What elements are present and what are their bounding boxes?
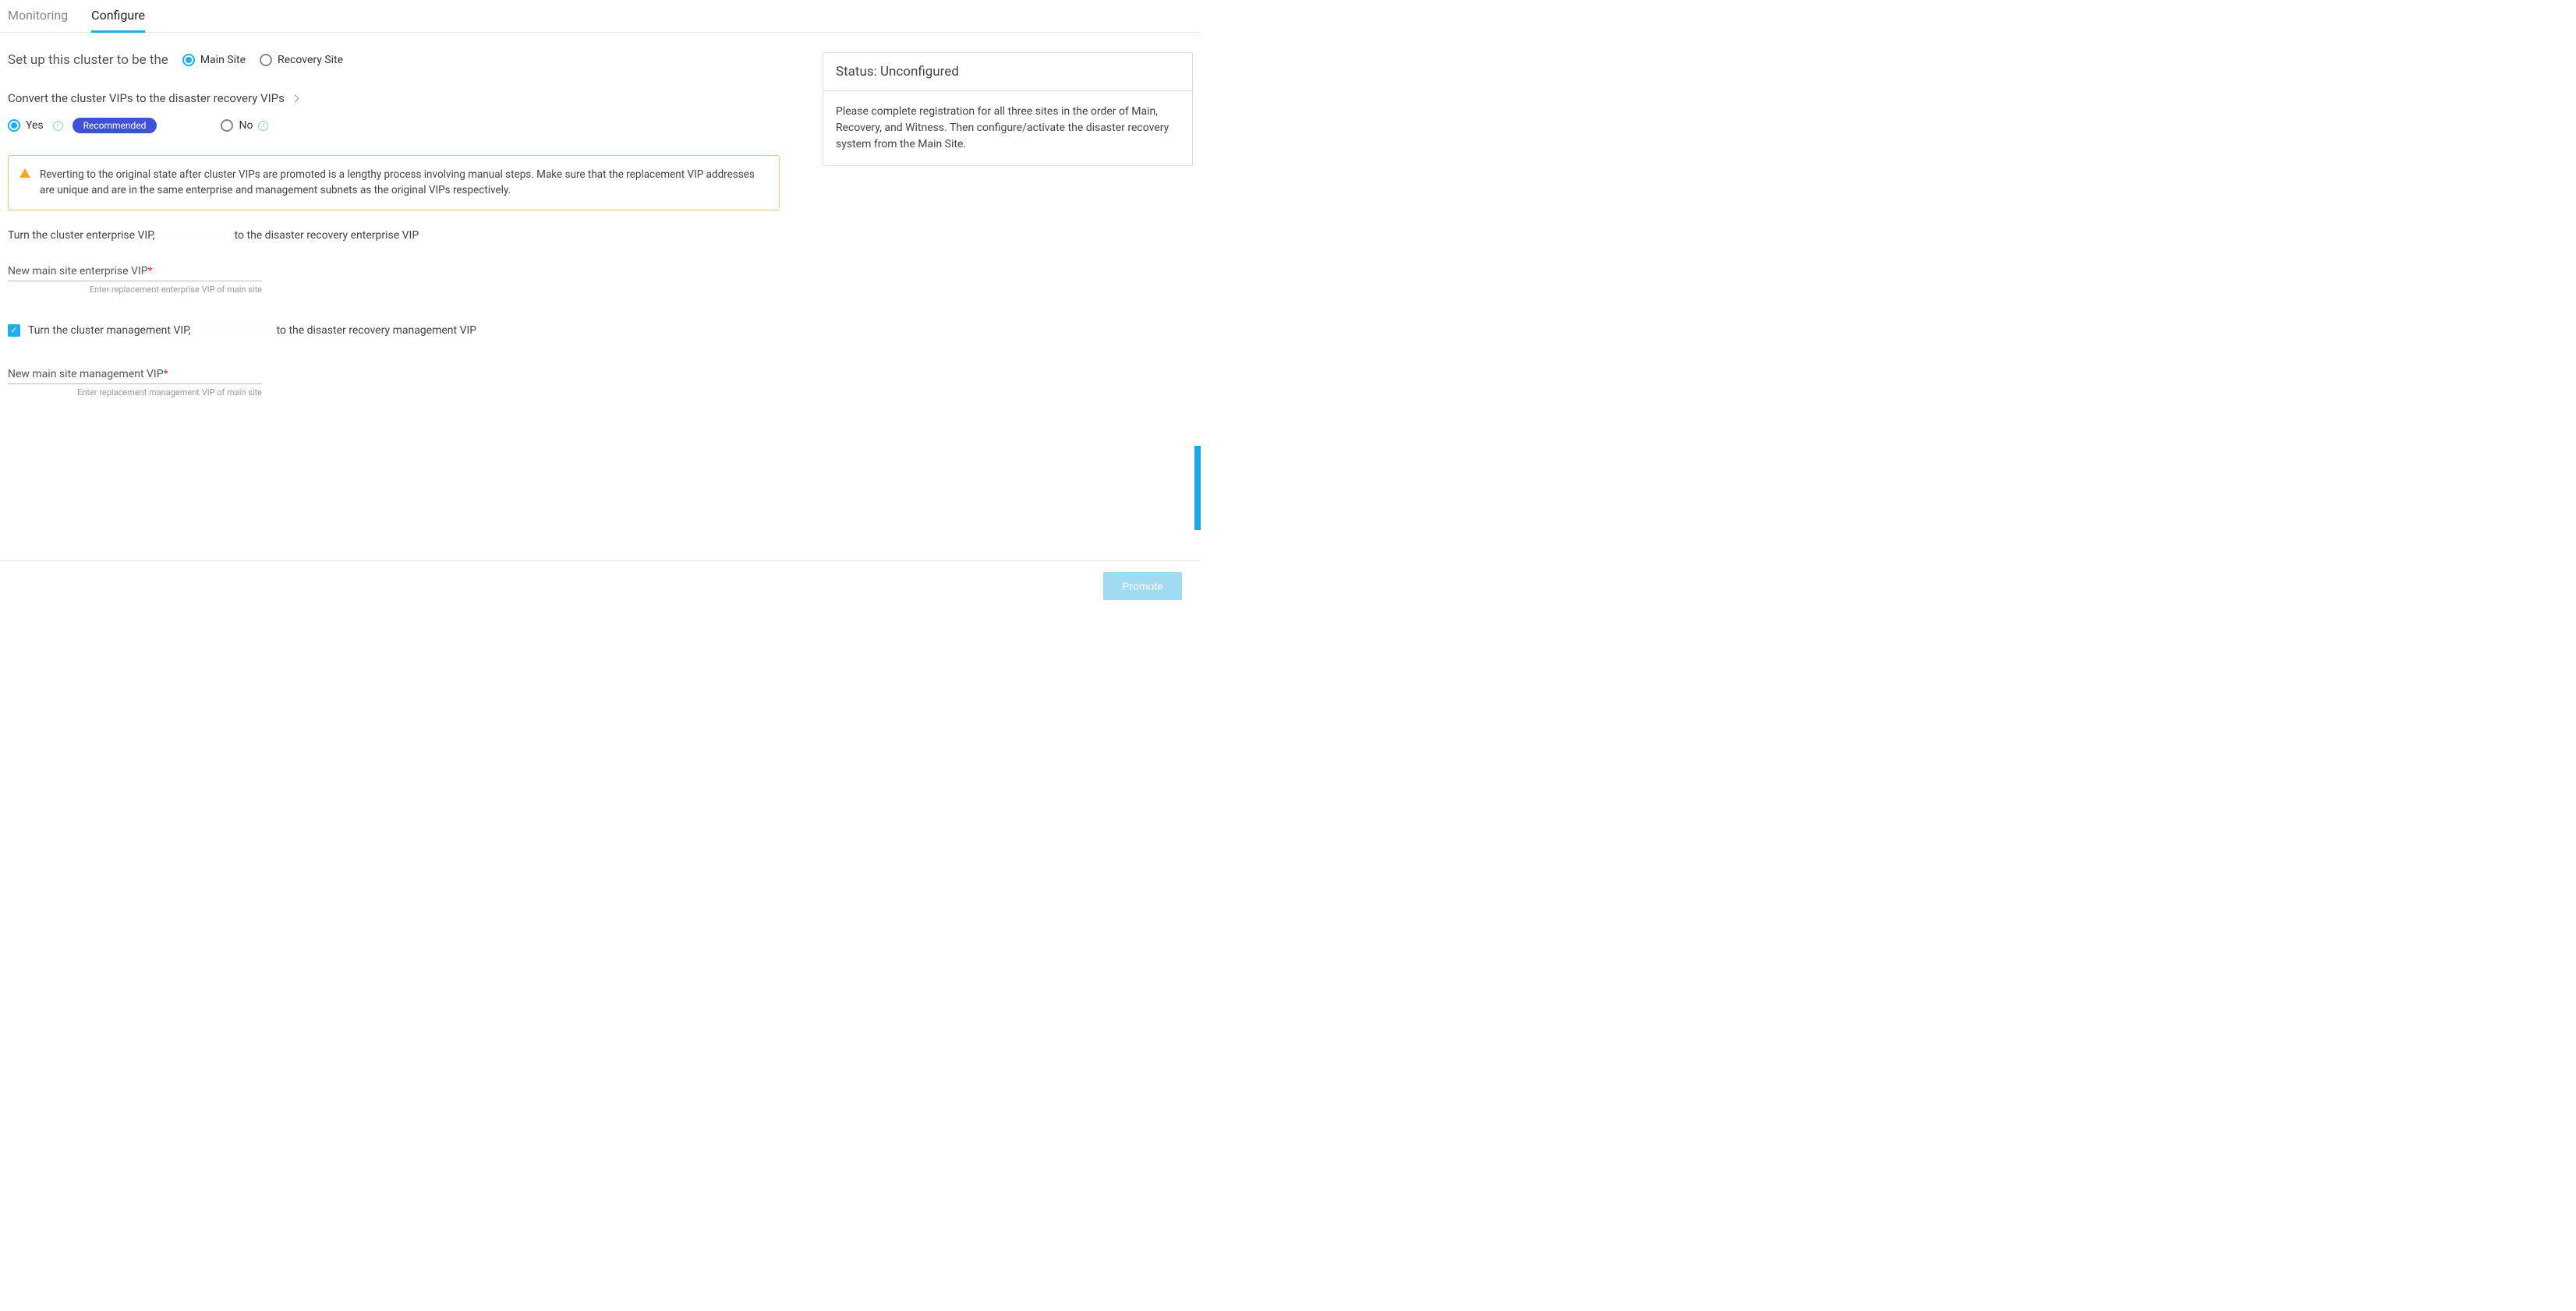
- radio-icon: [8, 119, 20, 132]
- redacted-value: [200, 325, 267, 336]
- radio-main-site[interactable]: Main Site: [182, 54, 246, 66]
- radio-no[interactable]: No: [221, 119, 253, 132]
- convert-title-text: Convert the cluster VIPs to the disaster…: [8, 91, 285, 105]
- radio-main-site-label: Main Site: [200, 54, 246, 66]
- redacted-value: [161, 230, 228, 241]
- radio-yes[interactable]: Yes: [8, 119, 44, 132]
- radio-recovery-site-label: Recovery Site: [278, 54, 343, 66]
- footer-bar: Promote: [0, 560, 1201, 611]
- tab-monitoring[interactable]: Monitoring: [8, 8, 68, 32]
- enterprise-vip-field[interactable]: New main site enterprise VIP* Enter repl…: [8, 265, 262, 295]
- radio-yes-label: Yes: [26, 119, 44, 132]
- required-asterisk: *: [148, 265, 153, 277]
- status-body: Please complete registration for all thr…: [823, 91, 1192, 165]
- enterprise-field-label: New main site enterprise VIP: [8, 265, 148, 277]
- chevron-right-icon: [291, 94, 299, 102]
- radio-icon: [260, 54, 272, 66]
- radio-icon: [182, 54, 195, 66]
- info-icon[interactable]: i: [53, 121, 63, 131]
- warning-alert: Reverting to the original state after cl…: [8, 155, 780, 210]
- info-icon[interactable]: i: [258, 121, 268, 131]
- required-asterisk: *: [164, 368, 168, 380]
- promote-button[interactable]: Promote: [1103, 572, 1182, 600]
- status-panel: Status: Unconfigured Please complete reg…: [823, 52, 1193, 166]
- warning-text: Reverting to the original state after cl…: [40, 167, 768, 199]
- recommended-badge: Recommended: [73, 118, 157, 133]
- side-handle[interactable]: [1194, 446, 1201, 530]
- tab-bar: Monitoring Configure: [0, 0, 1201, 33]
- enterprise-line-post: to the disaster recovery enterprise VIP: [235, 229, 419, 242]
- management-line-post: to the disaster recovery management VIP: [277, 324, 477, 337]
- radio-icon: [221, 119, 233, 132]
- management-field-label: New main site management VIP: [8, 368, 164, 380]
- management-line-pre: Turn the cluster management VIP,: [28, 324, 191, 337]
- management-vip-field[interactable]: New main site management VIP* Enter repl…: [8, 368, 262, 398]
- tab-configure[interactable]: Configure: [91, 8, 145, 33]
- enterprise-field-help: Enter replacement enterprise VIP of main…: [8, 284, 262, 295]
- enterprise-line-pre: Turn the cluster enterprise VIP,: [8, 229, 155, 242]
- convert-section-title[interactable]: Convert the cluster VIPs to the disaster…: [8, 91, 780, 105]
- enterprise-vip-line: Turn the cluster enterprise VIP, to the …: [8, 229, 780, 242]
- radio-no-label: No: [239, 119, 253, 132]
- setup-label: Set up this cluster to be the: [8, 52, 168, 68]
- warning-triangle-icon: [19, 168, 30, 178]
- radio-recovery-site[interactable]: Recovery Site: [260, 54, 343, 66]
- status-header: Status: Unconfigured: [823, 53, 1192, 91]
- management-field-help: Enter replacement management VIP of main…: [8, 387, 262, 398]
- management-vip-checkbox[interactable]: ✓: [8, 324, 20, 337]
